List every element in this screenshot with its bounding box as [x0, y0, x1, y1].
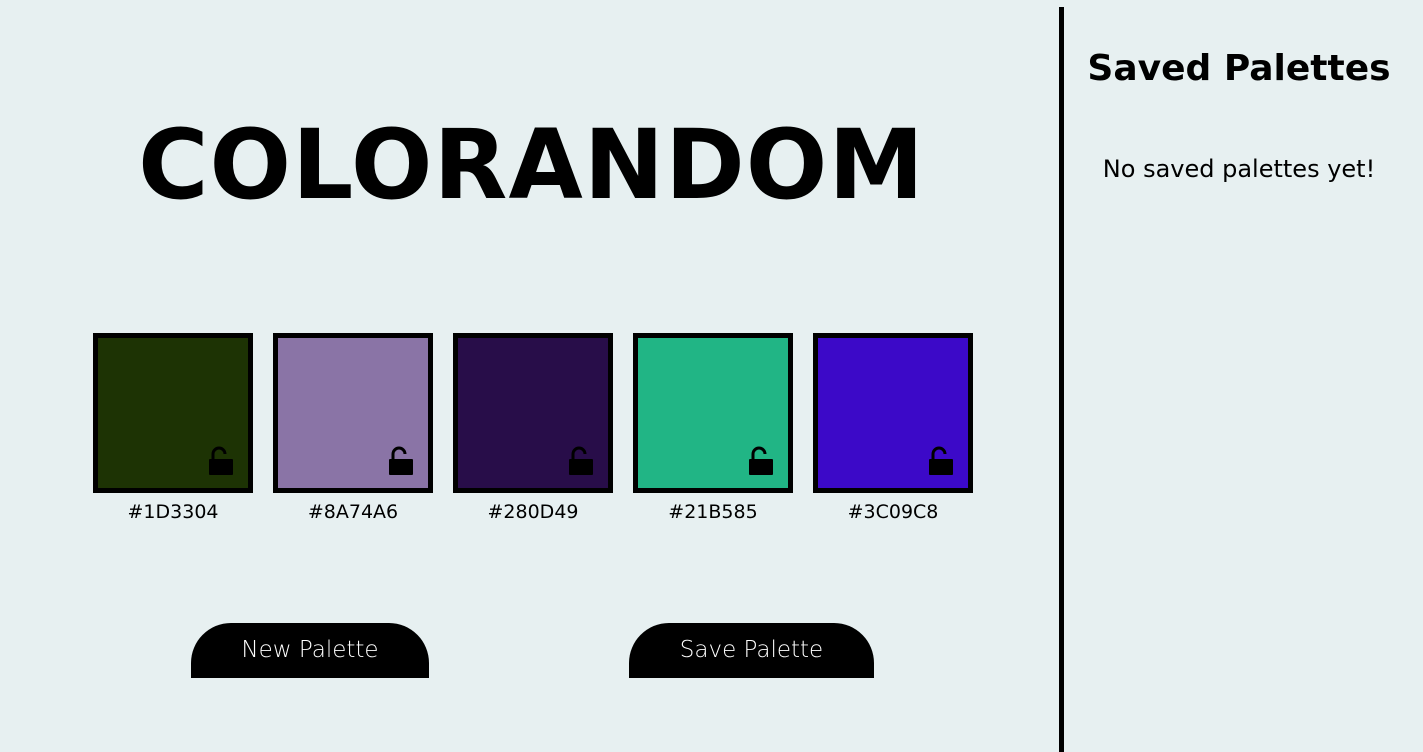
sidebar-title: Saved Palettes: [1087, 48, 1391, 89]
new-palette-button[interactable]: New Palette: [191, 623, 429, 678]
hex-code: #3C09C8: [847, 501, 939, 523]
swatch: #280D49: [453, 333, 613, 524]
hex-code: #280D49: [487, 501, 579, 523]
unlocked-padlock-icon[interactable]: [748, 446, 774, 476]
color-box[interactable]: [813, 333, 973, 493]
saved-palettes-sidebar: Saved Palettes No saved palettes yet!: [1064, 0, 1423, 752]
hex-code: #8A74A6: [307, 501, 399, 523]
empty-state-message: No saved palettes yet!: [1102, 155, 1376, 183]
app-title: COLORANDOM: [138, 109, 925, 221]
swatch: #8A74A6: [273, 333, 433, 524]
color-box[interactable]: [273, 333, 433, 493]
color-box[interactable]: [633, 333, 793, 493]
swatch: #3C09C8: [813, 333, 973, 524]
unlocked-padlock-icon[interactable]: [208, 446, 234, 476]
color-box[interactable]: [453, 333, 613, 493]
hex-code: #1D3304: [127, 501, 219, 523]
palette-swatches: #1D3304 #8A74A6 #280D49 #21B585 #3C09C8: [93, 333, 993, 533]
color-box[interactable]: [93, 333, 253, 493]
unlocked-padlock-icon[interactable]: [568, 446, 594, 476]
swatch: #21B585: [633, 333, 793, 524]
save-palette-button[interactable]: Save Palette: [629, 623, 874, 678]
hex-code: #21B585: [668, 501, 758, 523]
unlocked-padlock-icon[interactable]: [388, 446, 414, 476]
swatch: #1D3304: [93, 333, 253, 524]
main-panel: COLORANDOM #1D3304 #8A74A6 #280D49 #21B5…: [0, 0, 1059, 752]
unlocked-padlock-icon[interactable]: [928, 446, 954, 476]
